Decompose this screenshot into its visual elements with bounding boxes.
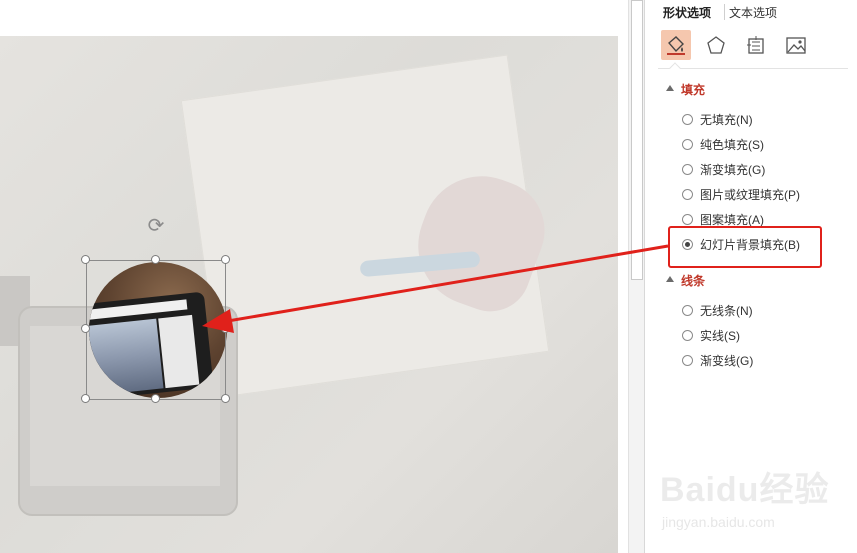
resize-handle-bottom-left[interactable]: [81, 394, 90, 403]
shape-selection-frame[interactable]: [86, 260, 226, 400]
fill-option-pattern[interactable]: 图案填充(A): [682, 211, 764, 227]
option-label: 实线(S): [700, 328, 740, 343]
powerpoint-window: ⟳ 形状选项 文本选项 填充 无填充(N) 纯色填充(S) 渐变填充(G) 图片…: [0, 0, 857, 553]
resize-handle-right[interactable]: [221, 324, 230, 333]
radio-button[interactable]: [682, 113, 693, 125]
radio-button[interactable]: [682, 138, 693, 150]
tab-separator: [724, 4, 725, 20]
fill-option-gradient[interactable]: 渐变填充(G): [682, 161, 765, 177]
option-label: 渐变填充(G): [700, 162, 766, 177]
line-option-solid[interactable]: 实线(S): [682, 327, 740, 343]
fill-option-solid[interactable]: 纯色填充(S): [682, 136, 764, 152]
resize-handle-bottom-right[interactable]: [221, 394, 230, 403]
radio-button[interactable]: [682, 213, 693, 225]
option-label: 图片或纹理填充(P): [700, 187, 800, 202]
resize-handle-left[interactable]: [81, 324, 90, 333]
fill-option-none[interactable]: 无填充(N): [682, 111, 753, 127]
fill-option-picture-texture[interactable]: 图片或纹理填充(P): [682, 186, 800, 202]
watermark-brand: Baidu经验: [660, 471, 830, 509]
line-section-title[interactable]: 线条: [681, 272, 705, 289]
option-label: 纯色填充(S): [700, 137, 764, 152]
fill-section-title[interactable]: 填充: [681, 81, 705, 98]
radio-button[interactable]: [682, 354, 693, 366]
radio-button[interactable]: [682, 304, 693, 316]
effects-pentagon-icon[interactable]: [701, 30, 731, 60]
tab-shape-options[interactable]: 形状选项: [663, 4, 711, 21]
slide-editing-area: ⟳: [0, 0, 628, 553]
annotation-highlight-box: [668, 226, 822, 268]
active-category-pointer: [669, 62, 681, 74]
size-properties-icon[interactable]: [741, 30, 771, 60]
option-label: 无填充(N): [700, 112, 753, 127]
tab-text-options[interactable]: 文本选项: [729, 4, 777, 21]
fill-line-icon[interactable]: [661, 30, 691, 60]
radio-button[interactable]: [682, 163, 693, 175]
line-option-gradient[interactable]: 渐变线(G): [682, 352, 753, 368]
rotate-handle-icon[interactable]: ⟳: [145, 215, 167, 237]
resize-handle-top[interactable]: [151, 255, 160, 264]
option-label: 渐变线(G): [700, 353, 754, 368]
watermark-url: jingyan.baidu.com: [662, 514, 775, 530]
option-label: 无线条(N): [700, 303, 753, 318]
scrollbar-thumb[interactable]: [631, 0, 643, 280]
resize-handle-top-left[interactable]: [81, 255, 90, 264]
vertical-scrollbar[interactable]: [628, 0, 644, 553]
collapse-triangle-icon[interactable]: [666, 276, 674, 282]
baidu-watermark: Baidu经验 jingyan.baidu.com: [660, 462, 830, 532]
resize-handle-top-right[interactable]: [221, 255, 230, 264]
resize-handle-bottom[interactable]: [151, 394, 160, 403]
picture-icon[interactable]: [781, 30, 811, 60]
line-option-none[interactable]: 无线条(N): [682, 302, 753, 318]
pane-divider: [658, 68, 848, 69]
radio-button[interactable]: [682, 188, 693, 200]
option-label: 图案填充(A): [700, 212, 764, 227]
radio-button[interactable]: [682, 329, 693, 341]
collapse-triangle-icon[interactable]: [666, 85, 674, 91]
